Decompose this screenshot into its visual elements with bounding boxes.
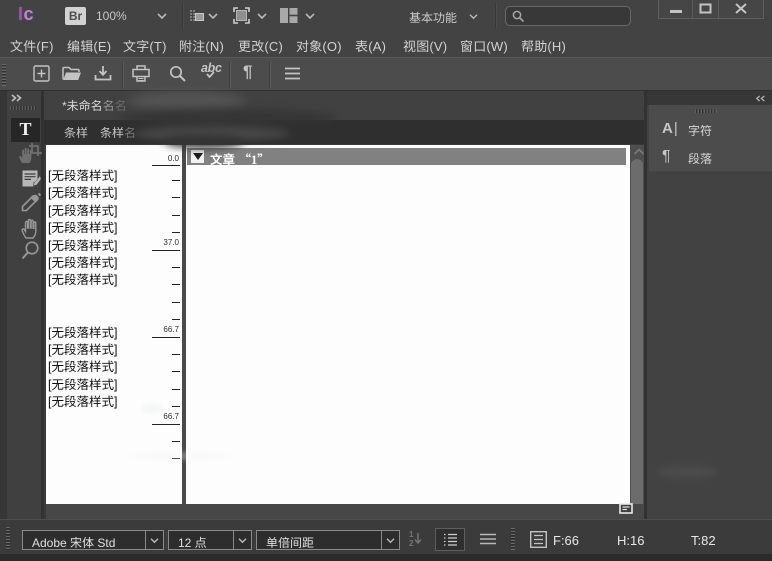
svg-text:1: 1 [409,530,414,539]
svg-text:2: 2 [409,539,414,547]
